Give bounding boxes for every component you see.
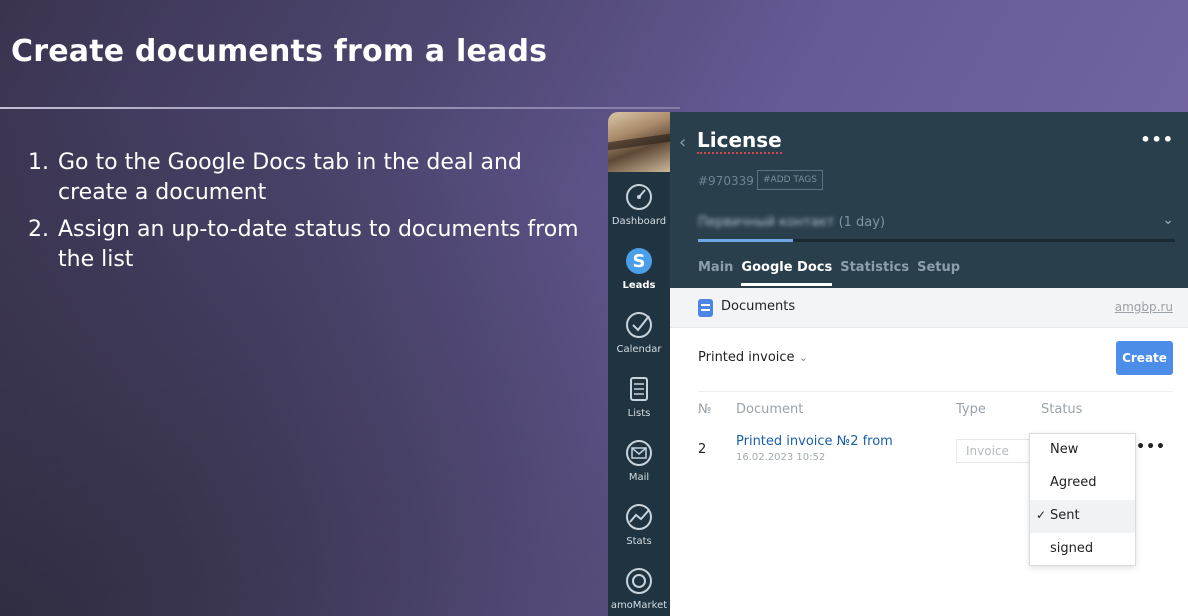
- dollar-icon: S: [626, 247, 652, 274]
- slide-title: Create documents from a leads: [11, 34, 548, 69]
- step-number: 2.: [28, 217, 49, 242]
- nav-label: Stats: [626, 535, 652, 547]
- step-text: Assign an up-to-date status to documents…: [58, 217, 579, 272]
- tab-setup[interactable]: Setup: [917, 260, 960, 286]
- pipeline-progress-fill: [698, 239, 794, 242]
- chevron-down-icon: ⌄: [798, 351, 808, 364]
- lead-id: #970339: [698, 174, 754, 188]
- template-select-value: Printed invoice: [698, 350, 795, 365]
- app-window: Dashboard S Leads Calendar Lists Mail St…: [608, 112, 1188, 616]
- nav-label: Leads: [622, 279, 656, 291]
- step-item: 2. Assign an up-to-date status to docume…: [28, 215, 588, 275]
- status-option-sent[interactable]: ✓ Sent: [1030, 500, 1135, 533]
- document-icon: [698, 299, 713, 317]
- pipeline-stage-select[interactable]: Первичный контакт (1 day): [698, 215, 885, 230]
- nav-label: Dashboard: [611, 215, 667, 227]
- tab-main[interactable]: Main: [698, 260, 733, 286]
- site-link[interactable]: amgbp.ru: [1115, 300, 1173, 314]
- column-header-num: №: [698, 402, 712, 417]
- nav-item-calendar[interactable]: Calendar: [608, 300, 670, 364]
- template-select[interactable]: Printed invoice ⌄: [698, 350, 808, 365]
- nav-item-lists[interactable]: Lists: [608, 364, 670, 428]
- title-divider: [0, 107, 680, 109]
- nav-label: Calendar: [616, 343, 662, 355]
- list-icon: [630, 376, 648, 401]
- nav-item-mail[interactable]: Mail: [608, 428, 670, 492]
- docs-panel: Documents amgbp.ru Printed invoice ⌄ Cre…: [670, 288, 1188, 616]
- lead-header: ‹ License ••• #970339 #ADD TAGS Первичны…: [670, 112, 1188, 288]
- nav-item-amomarket[interactable]: amoMarket: [608, 556, 670, 616]
- document-date: 16.02.2023 10:52: [736, 452, 826, 463]
- left-nav: Dashboard S Leads Calendar Lists Mail St…: [608, 112, 670, 616]
- nav-label: Mail: [628, 471, 650, 483]
- type-field[interactable]: Invoice: [956, 439, 1034, 463]
- tab-statistics[interactable]: Statistics: [840, 260, 909, 286]
- check-circle-icon: [626, 311, 652, 338]
- status-dropdown: New Agreed ✓ Sent signed: [1029, 433, 1136, 566]
- stats-icon: [626, 503, 652, 530]
- status-option-new[interactable]: New: [1030, 434, 1135, 467]
- status-option-signed[interactable]: signed: [1030, 533, 1135, 566]
- lead-title[interactable]: License: [697, 128, 782, 154]
- lead-tabs: Main Google Docs Statistics Setup: [698, 260, 968, 286]
- pipeline-progress: [698, 239, 1175, 242]
- check-icon: ✓: [1036, 508, 1047, 522]
- chevron-left-icon[interactable]: ‹: [679, 132, 686, 153]
- nav-item-stats[interactable]: Stats: [608, 492, 670, 556]
- row-number: 2: [698, 442, 707, 457]
- document-link[interactable]: Printed invoice №2 from 16.02.2023: [736, 434, 896, 449]
- pipeline-stage: Первичный контакт: [698, 215, 835, 230]
- tab-google-docs[interactable]: Google Docs: [741, 260, 833, 286]
- docs-toolbar: Documents amgbp.ru: [670, 288, 1188, 328]
- nav-label: Lists: [627, 407, 651, 419]
- ellipsis-icon[interactable]: •••: [1140, 130, 1174, 149]
- create-button[interactable]: Create: [1116, 341, 1173, 375]
- dashboard-gauge-icon: [626, 183, 652, 210]
- svg-text:S: S: [633, 251, 646, 272]
- column-header-status: Status: [1041, 402, 1083, 417]
- add-tags-button[interactable]: #ADD TAGS: [757, 170, 823, 190]
- step-number: 1.: [28, 150, 49, 175]
- step-text: Go to the Google Docs tab in the deal an…: [58, 150, 522, 205]
- row-ellipsis-icon[interactable]: •••: [1136, 439, 1166, 455]
- avatar[interactable]: [608, 112, 670, 172]
- step-item: 1. Go to the Google Docs tab in the deal…: [28, 148, 588, 208]
- nav-label: amoMarket: [610, 599, 668, 611]
- mail-icon: [626, 439, 652, 466]
- steps-list: 1. Go to the Google Docs tab in the deal…: [28, 148, 588, 282]
- column-header-type: Type: [956, 402, 986, 417]
- nav-item-dashboard[interactable]: Dashboard: [608, 172, 670, 236]
- status-option-agreed[interactable]: Agreed: [1030, 467, 1135, 500]
- column-header-document: Document: [736, 402, 804, 417]
- market-icon: [626, 567, 652, 594]
- docs-section-label: Documents: [721, 299, 796, 314]
- chevron-down-icon[interactable]: ⌄: [1162, 212, 1174, 228]
- pipeline-duration: (1 day): [838, 215, 886, 230]
- nav-item-leads[interactable]: S Leads: [608, 236, 670, 300]
- divider: [698, 391, 1173, 392]
